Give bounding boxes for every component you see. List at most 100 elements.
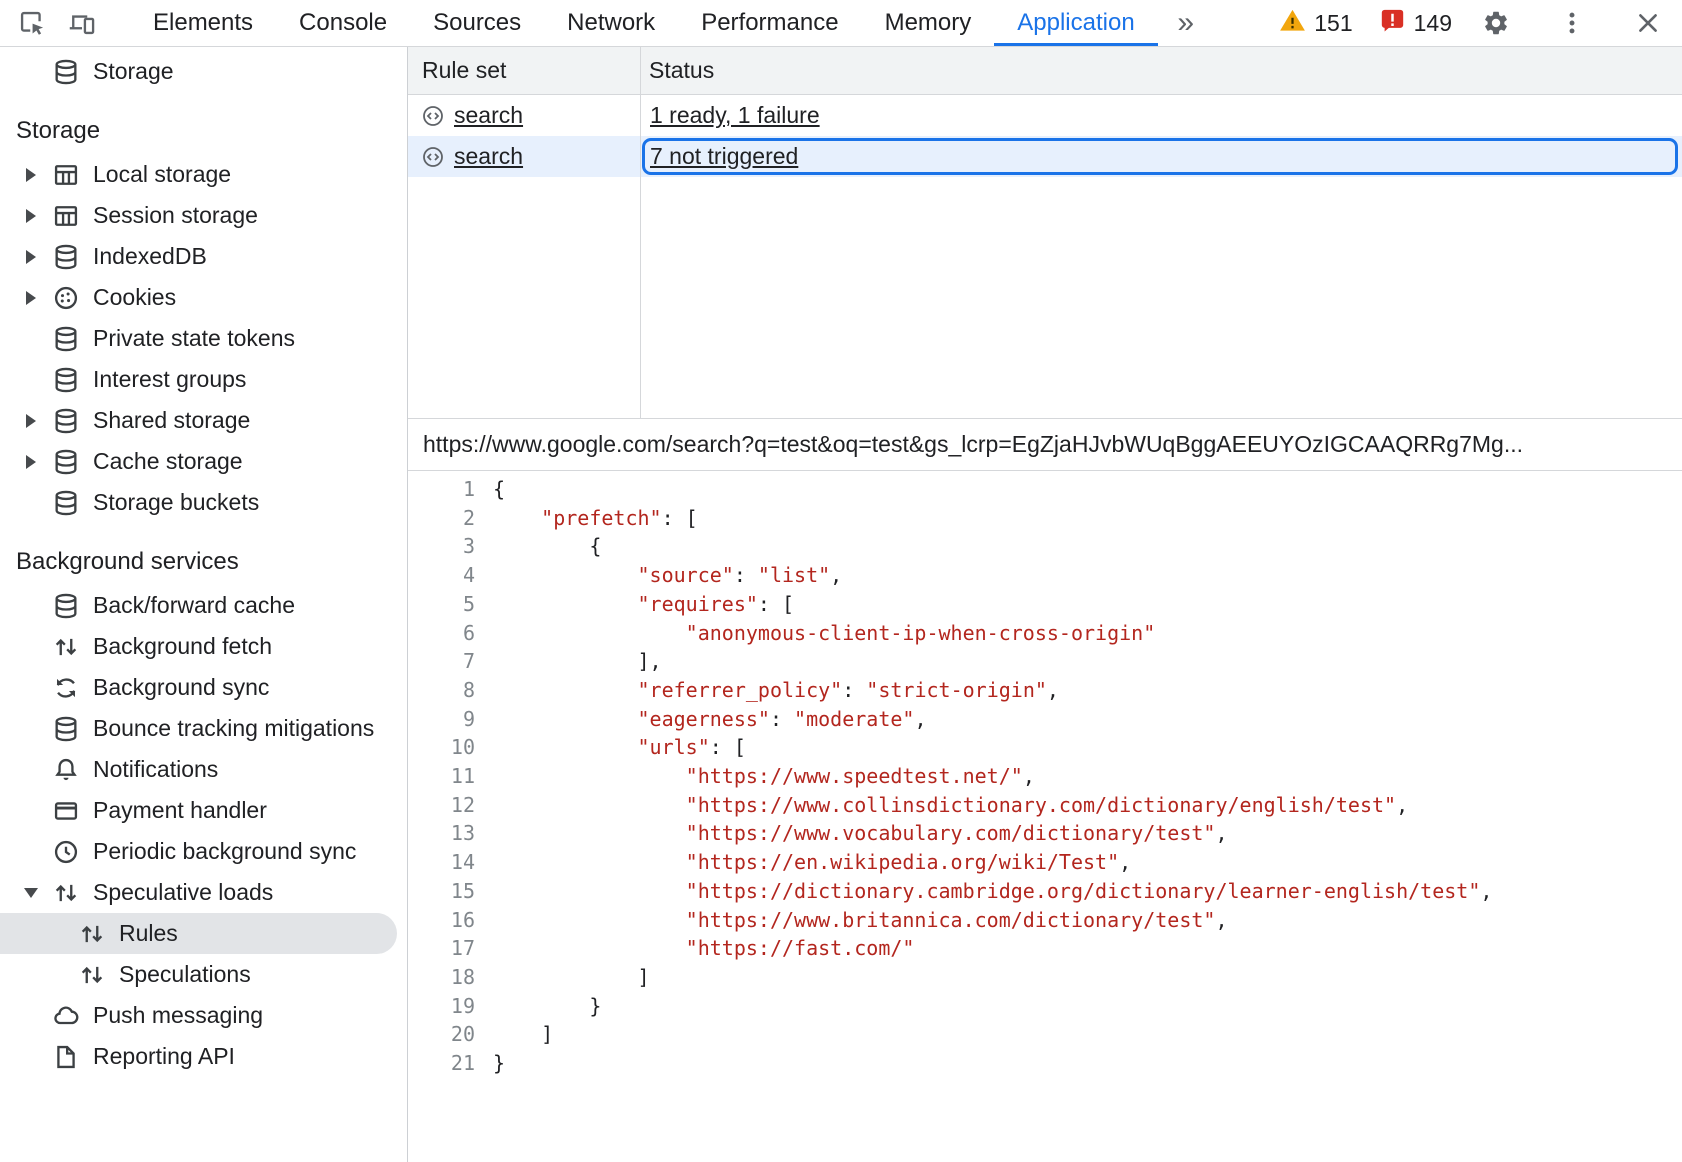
sidebar-item-reporting-api[interactable]: Reporting API — [0, 1036, 407, 1077]
sidebar-item-session-storage[interactable]: Session storage — [0, 195, 407, 236]
code-line: 18 ] — [408, 963, 1682, 992]
line-number[interactable]: 9 — [408, 705, 493, 734]
sidebar-item-storage-buckets[interactable]: Storage buckets — [0, 482, 407, 523]
sidebar-item-storage[interactable]: Storage — [0, 51, 407, 92]
settings-gear-icon[interactable] — [1478, 5, 1514, 41]
line-number[interactable]: 8 — [408, 676, 493, 705]
line-number[interactable]: 3 — [408, 532, 493, 561]
sidebar-item-background-fetch[interactable]: Background fetch — [0, 626, 407, 667]
tab-elements[interactable]: Elements — [130, 0, 276, 46]
tree-expander-collapsed-icon[interactable] — [16, 242, 46, 272]
line-number[interactable]: 20 — [408, 1020, 493, 1049]
line-number[interactable]: 11 — [408, 762, 493, 791]
ruleset-source-url: https://www.google.com/search?q=test&oq=… — [423, 431, 1523, 458]
tab-application[interactable]: Application — [994, 0, 1157, 46]
tab-network[interactable]: Network — [544, 0, 678, 46]
line-number[interactable]: 2 — [408, 504, 493, 533]
line-number[interactable]: 14 — [408, 848, 493, 877]
sidebar-item-indexeddb[interactable]: IndexedDB — [0, 236, 407, 277]
tree-expander-expanded-icon[interactable] — [16, 878, 46, 908]
sidebar-item-cookies[interactable]: Cookies — [0, 277, 407, 318]
line-number[interactable]: 17 — [408, 934, 493, 963]
sidebar-item-label: Shared storage — [93, 407, 250, 434]
line-number[interactable]: 18 — [408, 963, 493, 992]
line-number[interactable]: 7 — [408, 647, 493, 676]
warnings-badge[interactable]: 151 — [1279, 7, 1352, 40]
sidebar-item-label: Notifications — [93, 756, 218, 783]
expander-spacer — [16, 324, 46, 354]
code-line: 9 "eagerness": "moderate", — [408, 705, 1682, 734]
code-lines: 1{2 "prefetch": [3 {4 "source": "list",5… — [408, 475, 1682, 1078]
status-link[interactable]: 7 not triggered — [650, 143, 798, 170]
device-toolbar-icon[interactable] — [64, 5, 100, 41]
tab-console[interactable]: Console — [276, 0, 410, 46]
more-tabs-icon[interactable]: » — [1164, 1, 1208, 45]
database-icon — [52, 715, 80, 743]
sidebar-item-speculations[interactable]: Speculations — [0, 954, 407, 995]
line-number[interactable]: 16 — [408, 906, 493, 935]
tree-expander-collapsed-icon[interactable] — [16, 160, 46, 190]
table-row[interactable]: search 7 not triggered — [408, 136, 1682, 177]
sidebar-item-bounce-tracking-mitigations[interactable]: Bounce tracking mitigations — [0, 708, 407, 749]
rule-set-icon — [421, 145, 445, 169]
tree-expander-collapsed-icon[interactable] — [16, 447, 46, 477]
rule-set-cell: search — [408, 95, 640, 136]
database-icon — [52, 448, 80, 476]
errors-badge[interactable]: 149 — [1379, 7, 1452, 40]
line-number[interactable]: 13 — [408, 819, 493, 848]
sidebar-item-rules[interactable]: Rules — [0, 913, 397, 954]
line-number[interactable]: 10 — [408, 733, 493, 762]
clock-icon — [52, 838, 80, 866]
rule-set-link[interactable]: search — [454, 143, 523, 170]
sidebar-item-speculative-loads[interactable]: Speculative loads — [0, 872, 407, 913]
errors-count: 149 — [1414, 10, 1452, 37]
inspect-icon[interactable] — [14, 5, 50, 41]
tab-memory[interactable]: Memory — [862, 0, 995, 46]
line-number[interactable]: 15 — [408, 877, 493, 906]
status-link[interactable]: 1 ready, 1 failure — [650, 102, 820, 129]
code-text: "https://www.collinsdictionary.com/dicti… — [493, 791, 1408, 820]
sidebar-item-interest-groups[interactable]: Interest groups — [0, 359, 407, 400]
sidebar-item-private-state-tokens[interactable]: Private state tokens — [0, 318, 407, 359]
close-icon[interactable] — [1630, 5, 1666, 41]
sidebar-item-periodic-background-sync[interactable]: Periodic background sync — [0, 831, 407, 872]
sidebar-item-label: Private state tokens — [93, 325, 295, 352]
tree-expander-collapsed-icon[interactable] — [16, 283, 46, 313]
devtools-content: StorageStorageLocal storageSession stora… — [0, 47, 1682, 1162]
devtools-toolbar: ElementsConsoleSourcesNetworkPerformance… — [0, 0, 1682, 47]
code-line: 1{ — [408, 475, 1682, 504]
sidebar-item-shared-storage[interactable]: Shared storage — [0, 400, 407, 441]
tree-expander-collapsed-icon[interactable] — [16, 201, 46, 231]
line-number[interactable]: 19 — [408, 992, 493, 1021]
status-cell[interactable]: 1 ready, 1 failure — [640, 95, 1682, 136]
tab-sources[interactable]: Sources — [410, 0, 544, 46]
code-text: "urls": [ — [493, 733, 746, 762]
sidebar-item-payment-handler[interactable]: Payment handler — [0, 790, 407, 831]
sidebar-item-notifications[interactable]: Notifications — [0, 749, 407, 790]
expander-spacer — [16, 591, 46, 621]
database-icon — [52, 325, 80, 353]
code-line: 13 "https://www.vocabulary.com/dictionar… — [408, 819, 1682, 848]
sidebar-item-label: Push messaging — [93, 1002, 263, 1029]
sidebar-item-cache-storage[interactable]: Cache storage — [0, 441, 407, 482]
kebab-menu-icon[interactable] — [1554, 5, 1590, 41]
line-number[interactable]: 21 — [408, 1049, 493, 1078]
tab-performance[interactable]: Performance — [678, 0, 861, 46]
document-icon — [52, 1043, 80, 1071]
line-number[interactable]: 5 — [408, 590, 493, 619]
line-number[interactable]: 12 — [408, 791, 493, 820]
sidebar-item-back-forward-cache[interactable]: Back/forward cache — [0, 585, 407, 626]
error-icon — [1379, 7, 1406, 40]
sidebar-item-label: Local storage — [93, 161, 231, 188]
line-number[interactable]: 4 — [408, 561, 493, 590]
rule-set-link[interactable]: search — [454, 102, 523, 129]
sidebar-item-push-messaging[interactable]: Push messaging — [0, 995, 407, 1036]
table-row[interactable]: search 1 ready, 1 failure — [408, 95, 1682, 136]
status-cell[interactable]: 7 not triggered — [640, 136, 1682, 177]
line-number[interactable]: 1 — [408, 475, 493, 504]
sidebar-item-label: Reporting API — [93, 1043, 235, 1070]
tree-expander-collapsed-icon[interactable] — [16, 406, 46, 436]
sidebar-item-local-storage[interactable]: Local storage — [0, 154, 407, 195]
line-number[interactable]: 6 — [408, 619, 493, 648]
sidebar-item-background-sync[interactable]: Background sync — [0, 667, 407, 708]
